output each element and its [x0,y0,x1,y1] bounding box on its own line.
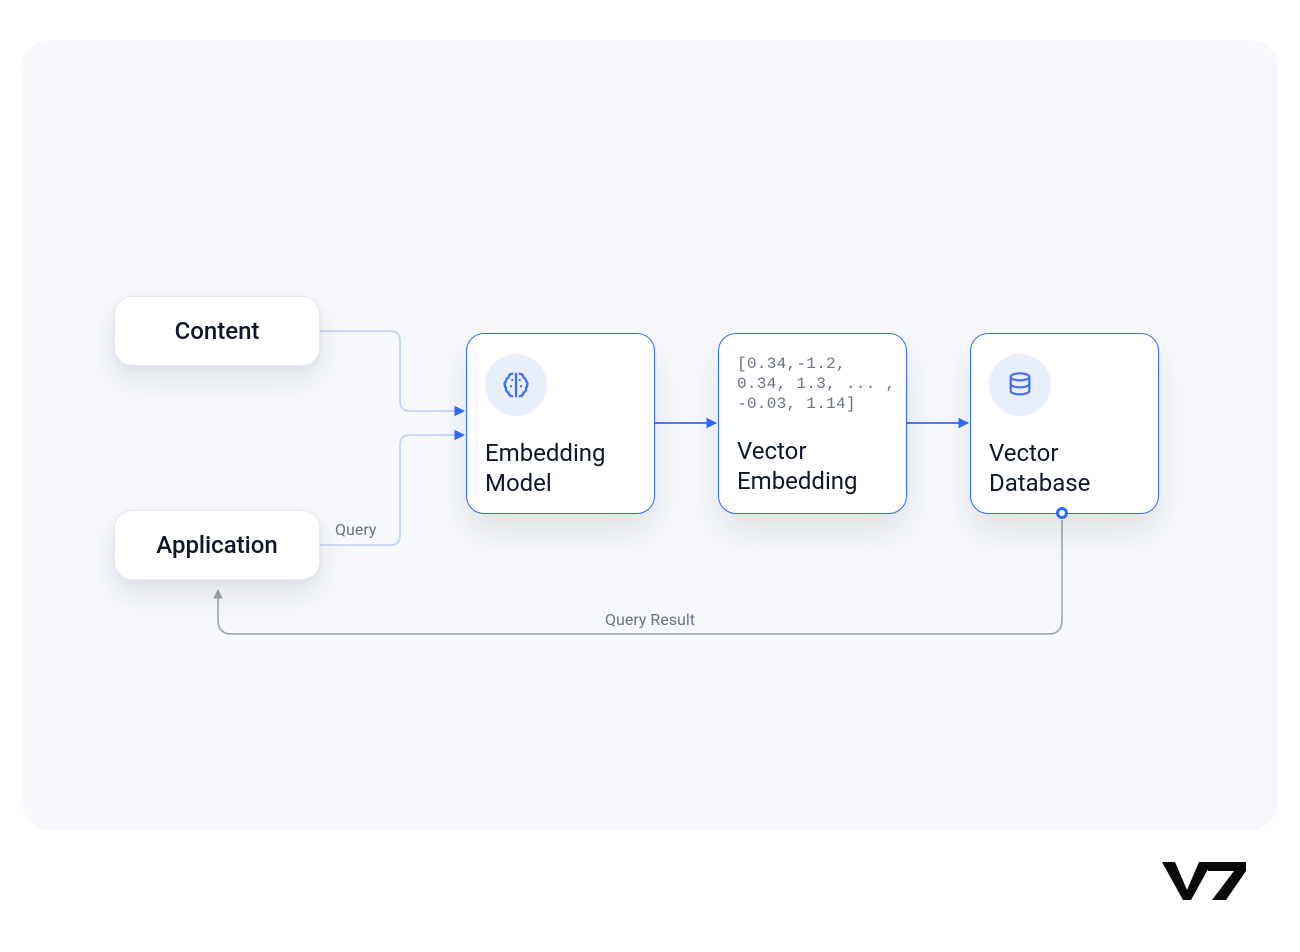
database-icon [989,354,1051,416]
edge-label-query-result: Query Result [605,610,695,629]
node-embedding-model-label: Embedding Model [485,438,636,498]
connector-anchor-dot [1056,507,1068,519]
vector-sample-text: [0.34,-1.2, 0.34, 1.3, ... , -0.03, 1.14… [737,354,888,414]
brain-icon [485,354,547,416]
node-vector-database-label: Vector Database [989,438,1140,498]
node-vector-embedding: [0.34,-1.2, 0.34, 1.3, ... , -0.03, 1.14… [718,333,907,514]
node-vector-database: Vector Database [970,333,1159,514]
node-content: Content [114,296,320,366]
node-application-label: Application [156,531,277,559]
node-vector-embedding-label: Vector Embedding [737,436,888,496]
node-embedding-model: Embedding Model [466,333,655,514]
diagram-canvas: Content Application Embedding Model [0.3… [22,40,1278,830]
edge-label-query: Query [335,520,376,539]
node-content-label: Content [175,317,260,345]
brand-logo [1162,860,1246,904]
node-application: Application [114,510,320,580]
